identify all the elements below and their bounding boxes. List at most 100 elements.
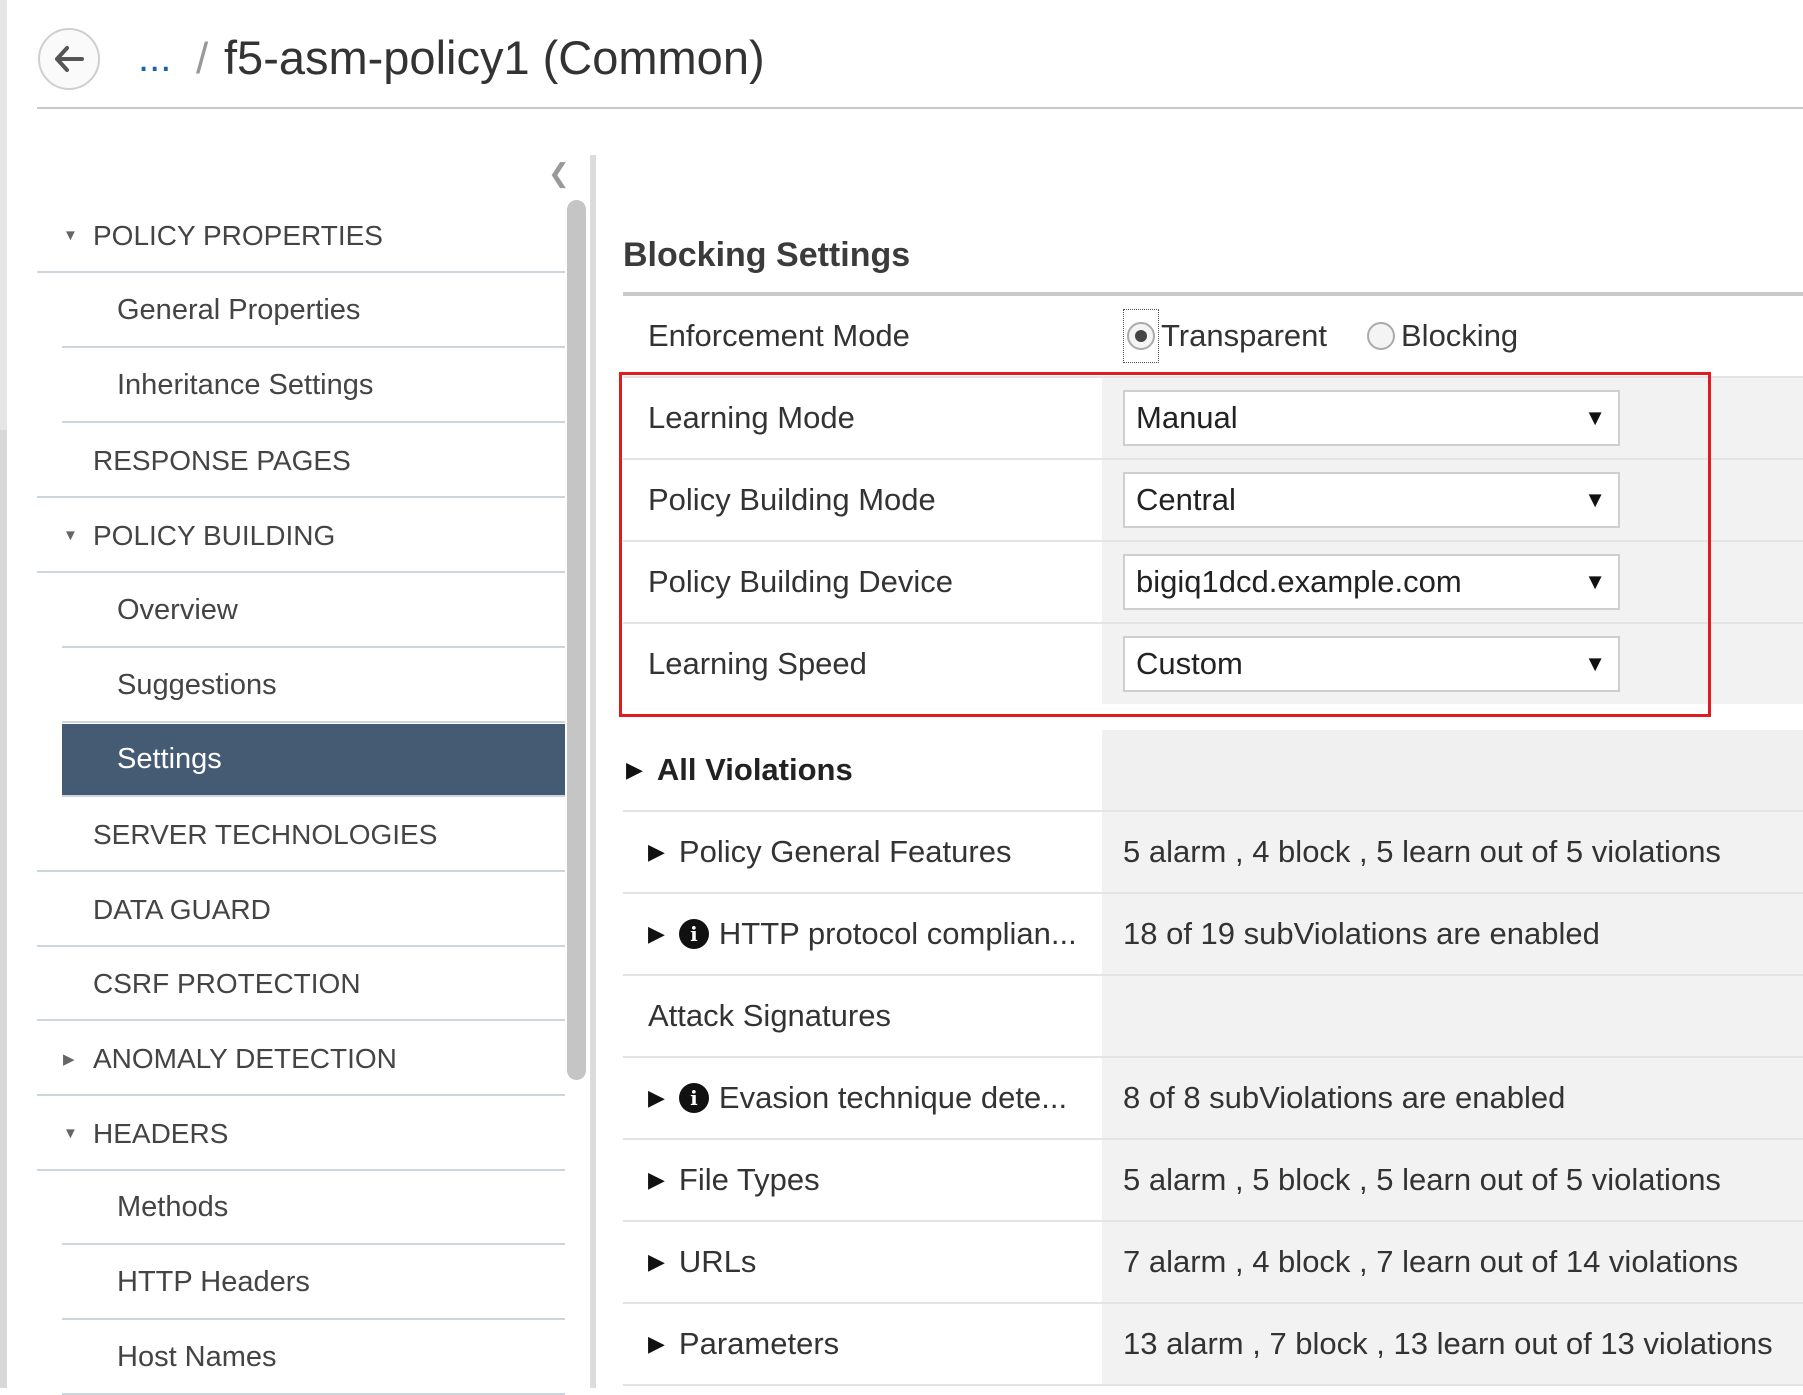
policy-building-mode-select[interactable]: Central ▼: [1123, 472, 1620, 528]
sidebar-item-csrf-protection[interactable]: CSRF PROTECTION: [37, 948, 565, 1021]
sidebar-item-label: Settings: [117, 743, 222, 775]
sidebar-item-response-pages[interactable]: RESPONSE PAGES: [37, 425, 565, 498]
expand-arrow-icon: ▶: [648, 1085, 665, 1110]
policy-building-device-label: Policy Building Device: [648, 564, 953, 599]
radio-transparent[interactable]: [1127, 322, 1155, 350]
violation-label: ▶ i Evasion technique dete...: [648, 1058, 1067, 1138]
radio-blocking[interactable]: [1367, 322, 1395, 350]
violation-row-file-types[interactable]: ▶ File Types 5 alarm , 5 block , 5 learn…: [623, 1140, 1803, 1222]
policy-building-device-value: bigiq1dcd.example.com: [1136, 564, 1462, 599]
sidebar-item-policy-properties[interactable]: ▼ POLICY PROPERTIES: [37, 200, 565, 273]
enforcement-mode-label: Enforcement Mode: [648, 318, 910, 353]
radio-transparent-focus[interactable]: [1123, 309, 1159, 363]
learning-speed-select[interactable]: Custom ▼: [1123, 636, 1620, 692]
learning-speed-row: Learning Speed Custom ▼: [623, 624, 1803, 706]
learning-mode-row: Learning Mode Manual ▼: [623, 378, 1803, 460]
violation-name: File Types: [678, 1162, 820, 1197]
sidebar-item-server-technologies[interactable]: SERVER TECHNOLOGIES: [37, 799, 565, 872]
sidebar-item-label: General Properties: [117, 294, 361, 326]
violation-row-policy-general-features[interactable]: ▶ Policy General Features 5 alarm , 4 bl…: [623, 812, 1803, 894]
info-icon[interactable]: i: [678, 1083, 709, 1113]
violation-row-parameters[interactable]: ▶ Parameters 13 alarm , 7 block , 13 lea…: [623, 1304, 1803, 1386]
all-violations-text: All Violations: [656, 752, 853, 787]
all-violations-row[interactable]: ▶ All Violations: [623, 730, 1803, 812]
learning-speed-cell: Custom ▼: [1102, 624, 1803, 704]
dropdown-caret-icon: ▼: [1584, 487, 1606, 512]
sidebar-item-http-headers[interactable]: HTTP Headers: [62, 1247, 565, 1320]
radio-blocking-label[interactable]: Blocking: [1401, 318, 1518, 354]
sidebar-item-label: RESPONSE PAGES: [93, 444, 351, 476]
sidebar-divider: [590, 155, 596, 1388]
violation-name: Attack Signatures: [648, 998, 891, 1033]
dropdown-caret-icon: ▼: [1584, 405, 1606, 430]
sidebar-item-methods[interactable]: Methods: [62, 1172, 565, 1245]
sidebar-scrollbar[interactable]: [567, 200, 586, 1080]
violation-row-attack-signatures: Attack Signatures: [623, 976, 1803, 1058]
violation-summary: 7 alarm , 4 block , 7 learn out of 14 vi…: [1102, 1222, 1803, 1302]
policy-building-device-select[interactable]: bigiq1dcd.example.com ▼: [1123, 554, 1620, 610]
sidebar-item-data-guard[interactable]: DATA GUARD: [37, 874, 565, 947]
violation-row-http-protocol-compliance[interactable]: ▶ i HTTP protocol complian... 18 of 19 s…: [623, 894, 1803, 976]
violation-row-evasion-technique[interactable]: ▶ i Evasion technique dete... 8 of 8 sub…: [623, 1058, 1803, 1140]
radio-transparent-label[interactable]: Transparent: [1161, 318, 1327, 354]
violation-row-urls[interactable]: ▶ URLs 7 alarm , 4 block , 7 learn out o…: [623, 1222, 1803, 1304]
sidebar-item-label: Methods: [117, 1191, 229, 1223]
policy-building-mode-row: Policy Building Mode Central ▼: [623, 460, 1803, 542]
learning-mode-value: Manual: [1136, 400, 1238, 435]
sidebar-item-host-names[interactable]: Host Names: [62, 1322, 565, 1395]
dropdown-caret-icon: ▼: [1584, 651, 1606, 676]
sidebar-item-general-properties[interactable]: General Properties: [62, 275, 565, 348]
violation-summary: 8 of 8 subViolations are enabled: [1102, 1058, 1803, 1138]
violation-label: ▶ Parameters: [648, 1304, 839, 1384]
page-title: f5-asm-policy1 (Common): [224, 31, 765, 84]
learning-mode-cell: Manual ▼: [1102, 378, 1803, 458]
breadcrumb-separator: /: [196, 34, 209, 83]
policy-building-device-row: Policy Building Device bigiq1dcd.example…: [623, 542, 1803, 624]
left-window-edge-lower: [0, 430, 7, 1388]
sidebar-item-inheritance-settings[interactable]: Inheritance Settings: [62, 350, 565, 423]
learning-mode-select[interactable]: Manual ▼: [1123, 390, 1620, 446]
sidebar-item-suggestions[interactable]: Suggestions: [62, 650, 565, 723]
sidebar-item-headers[interactable]: ▼ HEADERS: [37, 1098, 565, 1171]
policy-building-mode-cell: Central ▼: [1102, 460, 1803, 540]
learning-speed-value: Custom: [1136, 646, 1243, 681]
sidebar-item-policy-building[interactable]: ▼ POLICY BUILDING: [37, 500, 565, 573]
caret-down-icon: ▼: [63, 227, 78, 244]
collapse-sidebar-icon[interactable]: ❮: [548, 158, 570, 189]
violation-name: Evasion technique dete...: [718, 1080, 1068, 1115]
violation-label: ▶ i HTTP protocol complian...: [648, 894, 1077, 974]
expand-arrow-icon: ▶: [648, 1331, 665, 1356]
breadcrumb-ellipsis[interactable]: ...: [138, 36, 171, 81]
info-icon[interactable]: i: [678, 919, 709, 949]
back-button[interactable]: [38, 28, 100, 90]
sidebar-item-label: Suggestions: [117, 669, 277, 701]
sidebar-item-label: SERVER TECHNOLOGIES: [93, 818, 438, 850]
sidebar-item-anomaly-detection[interactable]: ▶ ANOMALY DETECTION: [37, 1023, 565, 1096]
sidebar-item-settings[interactable]: Settings: [62, 724, 565, 797]
enforcement-mode-options: Transparent Blocking: [1102, 296, 1803, 376]
learning-speed-label: Learning Speed: [648, 646, 867, 681]
sidebar-item-label: DATA GUARD: [93, 893, 271, 925]
all-violations-label: ▶ All Violations: [626, 730, 853, 810]
sidebar-item-label: Host Names: [117, 1341, 277, 1373]
sidebar-item-label: ANOMALY DETECTION: [93, 1042, 397, 1074]
learning-mode-label: Learning Mode: [648, 400, 855, 435]
policy-building-mode-value: Central: [1136, 482, 1236, 517]
policy-building-device-cell: bigiq1dcd.example.com ▼: [1102, 542, 1803, 622]
violation-summary: 13 alarm , 7 block , 13 learn out of 13 …: [1102, 1304, 1803, 1384]
sidebar-item-label: POLICY BUILDING: [93, 519, 336, 551]
caret-right-icon: ▶: [63, 1050, 75, 1068]
arrow-left-icon: [55, 46, 84, 72]
policy-building-mode-label: Policy Building Mode: [648, 482, 936, 517]
sidebar-item-label: Overview: [117, 594, 238, 626]
violation-label: Attack Signatures: [648, 976, 891, 1056]
enforcement-mode-row: Enforcement Mode Transparent Blocking: [623, 296, 1803, 378]
violation-name: HTTP protocol complian...: [718, 916, 1077, 951]
violation-label: ▶ Policy General Features: [648, 812, 1011, 892]
expand-arrow-icon: ▶: [648, 839, 665, 864]
sidebar-item-overview[interactable]: Overview: [62, 575, 565, 648]
violation-name: Parameters: [678, 1326, 840, 1361]
dropdown-caret-icon: ▼: [1584, 569, 1606, 594]
expand-arrow-icon: ▶: [626, 757, 643, 782]
expand-arrow-icon: ▶: [648, 921, 665, 946]
